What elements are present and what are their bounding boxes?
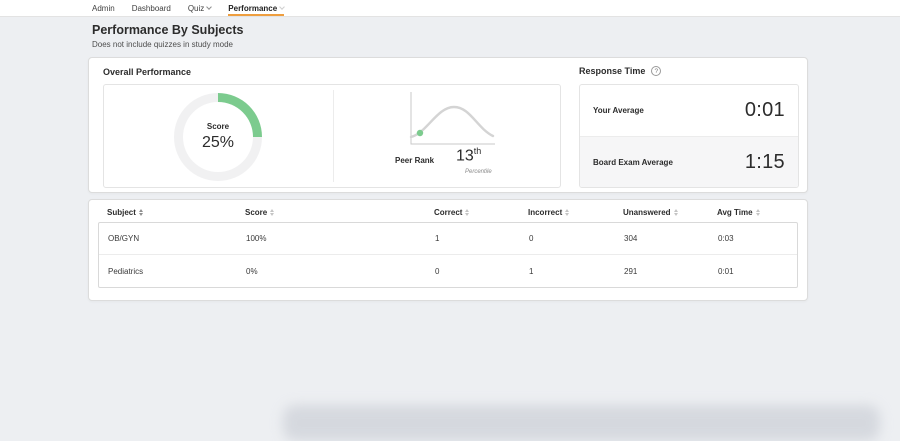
nav-item-admin-label: Admin bbox=[92, 4, 115, 13]
table-row[interactable]: OB/GYN 100% 1 0 304 0:03 bbox=[99, 223, 797, 255]
your-average-label: Your Average bbox=[593, 106, 644, 115]
nav-item-performance[interactable]: Performance bbox=[228, 0, 284, 16]
response-time-row-your-average: Your Average 0:01 bbox=[580, 85, 798, 136]
sort-icon bbox=[756, 209, 760, 216]
cell-subject: OB/GYN bbox=[108, 234, 246, 243]
help-question-icon[interactable]: ? bbox=[651, 66, 661, 76]
response-time-header: Response Time ? bbox=[579, 66, 661, 76]
sort-icon bbox=[465, 209, 469, 216]
table-header-row: Subject Score Correct Incorrect Unanswer… bbox=[107, 205, 793, 219]
cell-unanswered: 304 bbox=[624, 234, 718, 243]
panel-divider bbox=[333, 90, 334, 182]
sort-icon bbox=[139, 209, 143, 216]
column-header-unanswered-label: Unanswered bbox=[623, 208, 671, 217]
column-header-correct[interactable]: Correct bbox=[434, 208, 528, 217]
sort-icon bbox=[674, 209, 678, 216]
overall-performance-panel: Score 25% Peer Rank 13th Percentile bbox=[103, 84, 561, 188]
peer-rank-label: Peer Rank bbox=[395, 156, 434, 165]
top-nav: Admin Dashboard Quiz Performance bbox=[0, 0, 900, 17]
peer-rank-bell-curve-chart bbox=[407, 90, 495, 148]
bottom-window-shadow bbox=[283, 405, 880, 441]
subjects-table-card: Subject Score Correct Incorrect Unanswer… bbox=[88, 199, 808, 301]
score-value: 25% bbox=[202, 134, 234, 152]
sort-icon bbox=[565, 209, 569, 216]
peer-rank-value: 13th bbox=[456, 146, 481, 165]
cell-unanswered: 291 bbox=[624, 267, 718, 276]
column-header-score-label: Score bbox=[245, 208, 267, 217]
column-header-correct-label: Correct bbox=[434, 208, 462, 217]
cell-avg-time: 0:01 bbox=[718, 267, 797, 276]
page-subtitle: Does not include quizzes in study mode bbox=[92, 40, 233, 49]
peer-rank-ordinal: th bbox=[474, 146, 482, 156]
peer-rank-number: 13 bbox=[456, 147, 474, 164]
board-exam-average-value: 1:15 bbox=[745, 151, 785, 174]
peer-rank-caption: Percentile bbox=[465, 169, 492, 175]
table-body: OB/GYN 100% 1 0 304 0:03 Pediatrics 0% 0… bbox=[98, 222, 798, 288]
nav-item-admin[interactable]: Admin bbox=[92, 0, 115, 16]
bell-curve-line bbox=[411, 107, 493, 137]
column-header-incorrect[interactable]: Incorrect bbox=[528, 208, 623, 217]
response-time-panel: Your Average 0:01 Board Exam Average 1:1… bbox=[579, 84, 799, 188]
your-average-value: 0:01 bbox=[745, 99, 785, 122]
cell-correct: 0 bbox=[435, 267, 529, 276]
nav-item-dashboard[interactable]: Dashboard bbox=[132, 0, 171, 16]
column-header-avg-time[interactable]: Avg Time bbox=[717, 208, 793, 217]
cell-score: 100% bbox=[246, 234, 343, 243]
board-exam-average-label: Board Exam Average bbox=[593, 158, 673, 167]
column-header-unanswered[interactable]: Unanswered bbox=[623, 208, 717, 217]
nav-item-quiz[interactable]: Quiz bbox=[188, 0, 211, 16]
table-row[interactable]: Pediatrics 0% 0 1 291 0:01 bbox=[99, 255, 797, 287]
score-label: Score bbox=[207, 122, 229, 131]
column-header-subject[interactable]: Subject bbox=[107, 208, 245, 217]
column-header-score[interactable]: Score bbox=[245, 208, 342, 217]
cell-incorrect: 1 bbox=[529, 267, 624, 276]
cell-avg-time: 0:03 bbox=[718, 234, 797, 243]
column-header-subject-label: Subject bbox=[107, 208, 136, 217]
overall-performance-title: Overall Performance bbox=[103, 67, 191, 77]
chevron-down-icon bbox=[279, 4, 285, 10]
nav-item-dashboard-label: Dashboard bbox=[132, 4, 171, 13]
page-title: Performance By Subjects bbox=[92, 23, 243, 37]
response-time-title: Response Time bbox=[579, 66, 645, 76]
score-donut-center: Score 25% bbox=[174, 93, 262, 181]
cell-incorrect: 0 bbox=[529, 234, 624, 243]
sort-icon bbox=[270, 209, 274, 216]
column-header-avg-time-label: Avg Time bbox=[717, 208, 753, 217]
score-donut-chart: Score 25% bbox=[174, 93, 262, 181]
cell-subject: Pediatrics bbox=[108, 267, 246, 276]
peer-rank-marker-dot bbox=[417, 130, 423, 136]
nav-item-performance-label: Performance bbox=[228, 4, 277, 13]
nav-item-quiz-label: Quiz bbox=[188, 4, 204, 13]
column-header-incorrect-label: Incorrect bbox=[528, 208, 562, 217]
chevron-down-icon bbox=[206, 4, 212, 10]
cell-score: 0% bbox=[246, 267, 343, 276]
response-time-row-board-exam-average: Board Exam Average 1:15 bbox=[580, 136, 798, 188]
cell-correct: 1 bbox=[435, 234, 529, 243]
overview-card: Overall Performance Score 25% Peer Rank … bbox=[88, 57, 808, 193]
chart-axes bbox=[411, 92, 495, 144]
